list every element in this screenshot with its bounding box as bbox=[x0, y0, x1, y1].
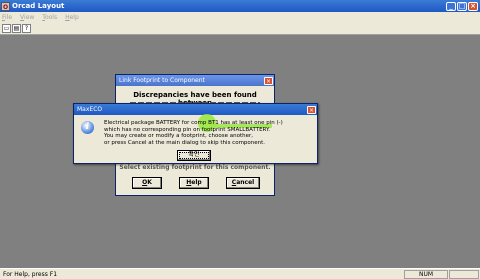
link-dialog-close-icon[interactable]: × bbox=[264, 76, 273, 85]
status-pane-empty bbox=[449, 269, 479, 279]
menu-file[interactable]: File bbox=[2, 14, 12, 21]
menu-view[interactable]: View bbox=[20, 14, 34, 21]
link-dialog-title-bar: Link Footprint to Component × bbox=[116, 75, 274, 86]
maxeco-close-icon[interactable]: × bbox=[307, 105, 316, 114]
status-text: For Help, press F1 bbox=[3, 270, 58, 278]
num-lock-indicator: NUM bbox=[404, 269, 448, 279]
open-folder-icon[interactable]: ▤ bbox=[12, 24, 21, 33]
maxeco-message: Electrical package BATTERY for comp BT1 … bbox=[104, 120, 314, 146]
toolbar: ▭ ▤ ? bbox=[0, 23, 480, 35]
menu-tools[interactable]: Tools bbox=[42, 14, 57, 21]
orcad-app-icon: O bbox=[1, 1, 10, 11]
new-file-icon[interactable]: ▭ bbox=[2, 24, 11, 33]
status-bar: For Help, press F1 NUM bbox=[0, 268, 480, 279]
maxeco-title: MaxECO bbox=[77, 106, 103, 113]
link-dialog-partial-text: Select existing footprint for this compo… bbox=[119, 164, 271, 171]
link-ok-button[interactable]: OK bbox=[132, 177, 162, 189]
menu-help[interactable]: Help bbox=[65, 14, 79, 21]
menu-bar: File View Tools Help bbox=[0, 12, 480, 23]
close-button[interactable]: × bbox=[468, 1, 478, 11]
window-title: Orcad Layout bbox=[12, 2, 65, 10]
minimize-button[interactable]: _ bbox=[446, 1, 456, 11]
maxeco-title-bar: MaxECO × bbox=[74, 104, 317, 115]
link-dialog-title: Link Footprint to Component bbox=[119, 77, 205, 84]
information-icon: i bbox=[81, 121, 94, 134]
link-help-button[interactable]: Help bbox=[179, 177, 209, 189]
message-line: Electrical package BATTERY for comp BT1 … bbox=[104, 120, 283, 126]
maxeco-ok-button[interactable]: 확인 bbox=[177, 150, 211, 161]
help-cursor-icon[interactable]: ? bbox=[22, 24, 31, 33]
main-title-bar: O Orcad Layout _ □ × bbox=[0, 0, 480, 12]
link-cancel-button[interactable]: Cancel bbox=[226, 177, 260, 189]
maximize-button[interactable]: □ bbox=[457, 1, 467, 11]
message-line: or press Cancel at the main dialog to sk… bbox=[104, 139, 266, 146]
maxeco-dialog: MaxECO × i Electrical package BATTERY fo… bbox=[73, 103, 318, 164]
